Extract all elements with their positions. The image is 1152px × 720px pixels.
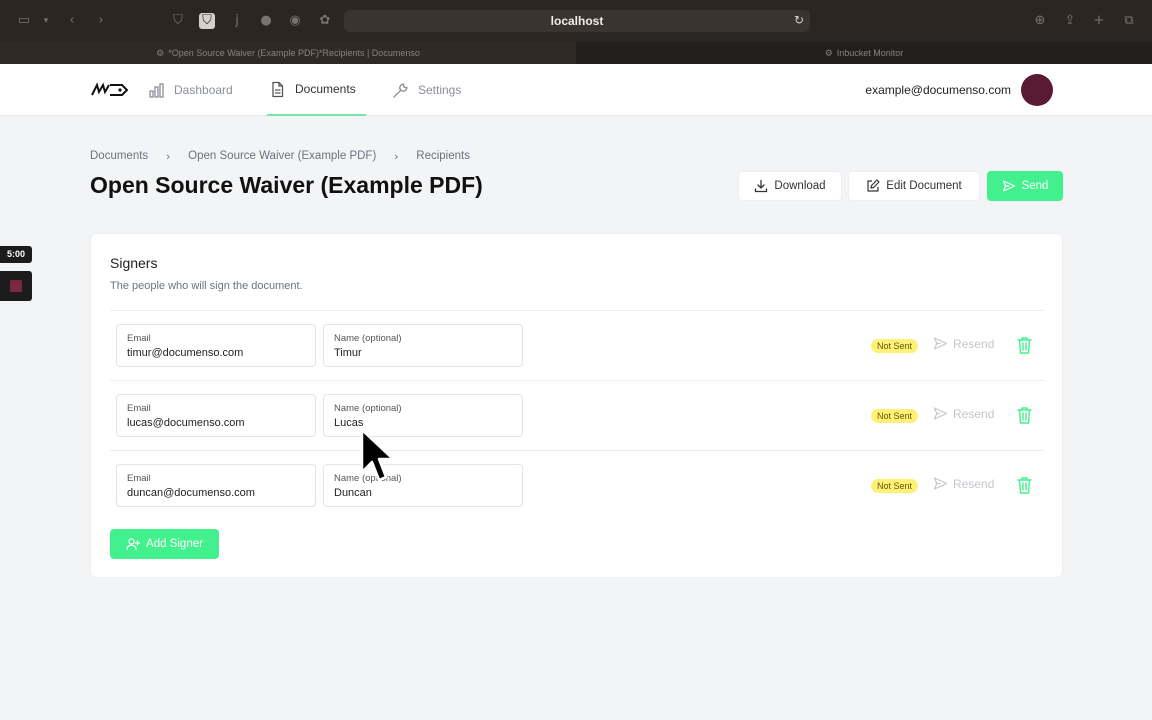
send-icon [933, 407, 948, 420]
forward-icon[interactable]: › [93, 13, 109, 29]
breadcrumb: Documents › Open Source Waiver (Example … [90, 150, 470, 164]
documenso-logo[interactable] [90, 82, 128, 98]
address-text: localhost [550, 14, 604, 28]
email-label: Email [127, 333, 151, 344]
inbucket-favicon-icon: ⚙ [824, 49, 833, 59]
mouse-cursor-icon [360, 428, 395, 482]
email-label: Email [127, 473, 151, 484]
send-label: Send [1021, 180, 1049, 192]
resend-label: Resend [953, 476, 995, 491]
github-icon[interactable]: ● [258, 13, 274, 29]
name-label: Name (optional) [334, 333, 402, 344]
signers-card: Signers The people who will sign the doc… [90, 233, 1063, 578]
status-badge: Not Sent [871, 479, 919, 493]
status-badge: Not Sent [871, 409, 919, 423]
document-icon [272, 81, 284, 97]
reload-icon[interactable]: ↻ [794, 13, 804, 27]
send-icon [933, 337, 948, 350]
user-plus-icon [126, 538, 141, 551]
new-tab-icon[interactable]: + [1091, 13, 1107, 29]
add-signer-label: Add Signer [146, 538, 203, 550]
breadcrumb-document[interactable]: Open Source Waiver (Example PDF) [188, 150, 376, 164]
send-button[interactable]: Send [987, 171, 1063, 201]
recording-stop-button[interactable] [0, 271, 32, 301]
add-signer-button[interactable]: Add Signer [110, 529, 219, 559]
signer-row: Email lucas@documenso.com Name (optional… [110, 381, 1044, 451]
wrench-icon [393, 83, 408, 98]
chevron-down-icon[interactable]: ▾ [38, 13, 54, 29]
nav-settings-label: Settings [418, 83, 462, 97]
download-icon [755, 179, 768, 193]
back-icon[interactable]: ‹ [64, 13, 80, 29]
sidebar-toggle-icon[interactable]: ▭ [16, 13, 32, 29]
chevron-right-icon: › [165, 150, 171, 163]
bar-chart-icon [149, 82, 164, 98]
tab-title: Inbucket Monitor [836, 48, 904, 58]
nav-settings[interactable]: Settings [392, 64, 461, 116]
name-value[interactable]: Timur [334, 347, 362, 359]
browser-tabs: ⚙ *Open Source Waiver (Example PDF)*Recip… [0, 42, 1152, 64]
browser-toolbar: ▭ ▾ ‹ › ⛉ ⛉ j ● ◉ ✿ localhost ↻ ⊕ ⇪ + ⧉ [0, 0, 1152, 42]
signers-description: The people who will sign the document. [110, 280, 303, 292]
signers-title: Signers [110, 255, 158, 271]
email-value[interactable]: lucas@documenso.com [127, 417, 245, 429]
email-field[interactable]: Email duncan@documenso.com [116, 464, 316, 507]
grammarly-icon[interactable]: ◉ [287, 13, 303, 29]
bitwarden-icon[interactable]: ⛉ [199, 13, 215, 29]
extension-icon[interactable]: ✿ [317, 13, 333, 29]
breadcrumb-documents[interactable]: Documents [90, 150, 148, 164]
email-value[interactable]: duncan@documenso.com [127, 487, 255, 499]
address-bar[interactable]: localhost ↻ [344, 10, 810, 32]
extension-j-icon[interactable]: j [229, 13, 245, 29]
resend-button[interactable]: Resend [933, 476, 994, 491]
tab-documenso[interactable]: ⚙ *Open Source Waiver (Example PDF)*Recip… [0, 42, 576, 64]
trash-icon[interactable] [1016, 406, 1033, 425]
documenso-favicon-icon: ⚙ [156, 49, 165, 59]
signer-row: Email duncan@documenso.com Name (optiona… [110, 451, 1044, 521]
tab-inbucket[interactable]: ⚙ Inbucket Monitor [576, 42, 1152, 64]
breadcrumb-recipients[interactable]: Recipients [416, 150, 470, 164]
resend-button[interactable]: Resend [933, 336, 994, 351]
email-label: Email [127, 403, 151, 414]
email-field[interactable]: Email timur@documenso.com [116, 324, 316, 367]
trash-icon[interactable] [1016, 336, 1033, 355]
trash-icon[interactable] [1016, 476, 1033, 495]
name-field[interactable]: Name (optional) Lucas [323, 394, 523, 437]
nav-dashboard-label: Dashboard [174, 83, 233, 97]
name-value[interactable]: Lucas [334, 417, 363, 429]
app-header: Dashboard Documents Settings example@doc… [0, 64, 1152, 116]
signer-row: Email timur@documenso.com Name (optional… [110, 311, 1044, 381]
download-button[interactable]: Download [738, 171, 842, 201]
nav-documents-label: Documents [295, 82, 356, 96]
nav-dashboard[interactable]: Dashboard [148, 64, 233, 116]
edit-document-button[interactable]: Edit Document [848, 171, 980, 201]
resend-button[interactable]: Resend [933, 406, 994, 421]
share-icon[interactable]: ⇪ [1062, 13, 1078, 29]
avatar[interactable] [1021, 74, 1053, 106]
send-icon [1002, 180, 1015, 192]
status-badge: Not Sent [871, 339, 919, 353]
name-field[interactable]: Name (optional) Timur [323, 324, 523, 367]
user-email: example@documenso.com [865, 83, 1011, 97]
page-title: Open Source Waiver (Example PDF) [90, 172, 483, 198]
download-label: Download [774, 180, 826, 192]
email-field[interactable]: Email lucas@documenso.com [116, 394, 316, 437]
recording-timer: 5:00 [0, 246, 32, 263]
shield-icon[interactable]: ⛉ [170, 13, 186, 29]
edit-document-label: Edit Document [886, 180, 962, 192]
tab-title: *Open Source Waiver (Example PDF)*Recipi… [168, 48, 420, 58]
nav-documents[interactable]: Documents [267, 64, 366, 116]
email-value[interactable]: timur@documenso.com [127, 347, 243, 359]
name-label: Name (optional) [334, 403, 402, 414]
name-field[interactable]: Name (optional) Duncan [323, 464, 523, 507]
tab-overview-icon[interactable]: ⧉ [1121, 13, 1137, 29]
resend-label: Resend [953, 406, 995, 421]
send-icon [933, 477, 948, 490]
resend-label: Resend [953, 336, 995, 351]
name-value[interactable]: Duncan [334, 487, 372, 499]
download-icon[interactable]: ⊕ [1032, 13, 1048, 29]
edit-icon [867, 179, 880, 192]
browser-chrome: ▭ ▾ ‹ › ⛉ ⛉ j ● ◉ ✿ localhost ↻ ⊕ ⇪ + ⧉ … [0, 0, 1152, 64]
chevron-right-icon: › [394, 150, 399, 163]
